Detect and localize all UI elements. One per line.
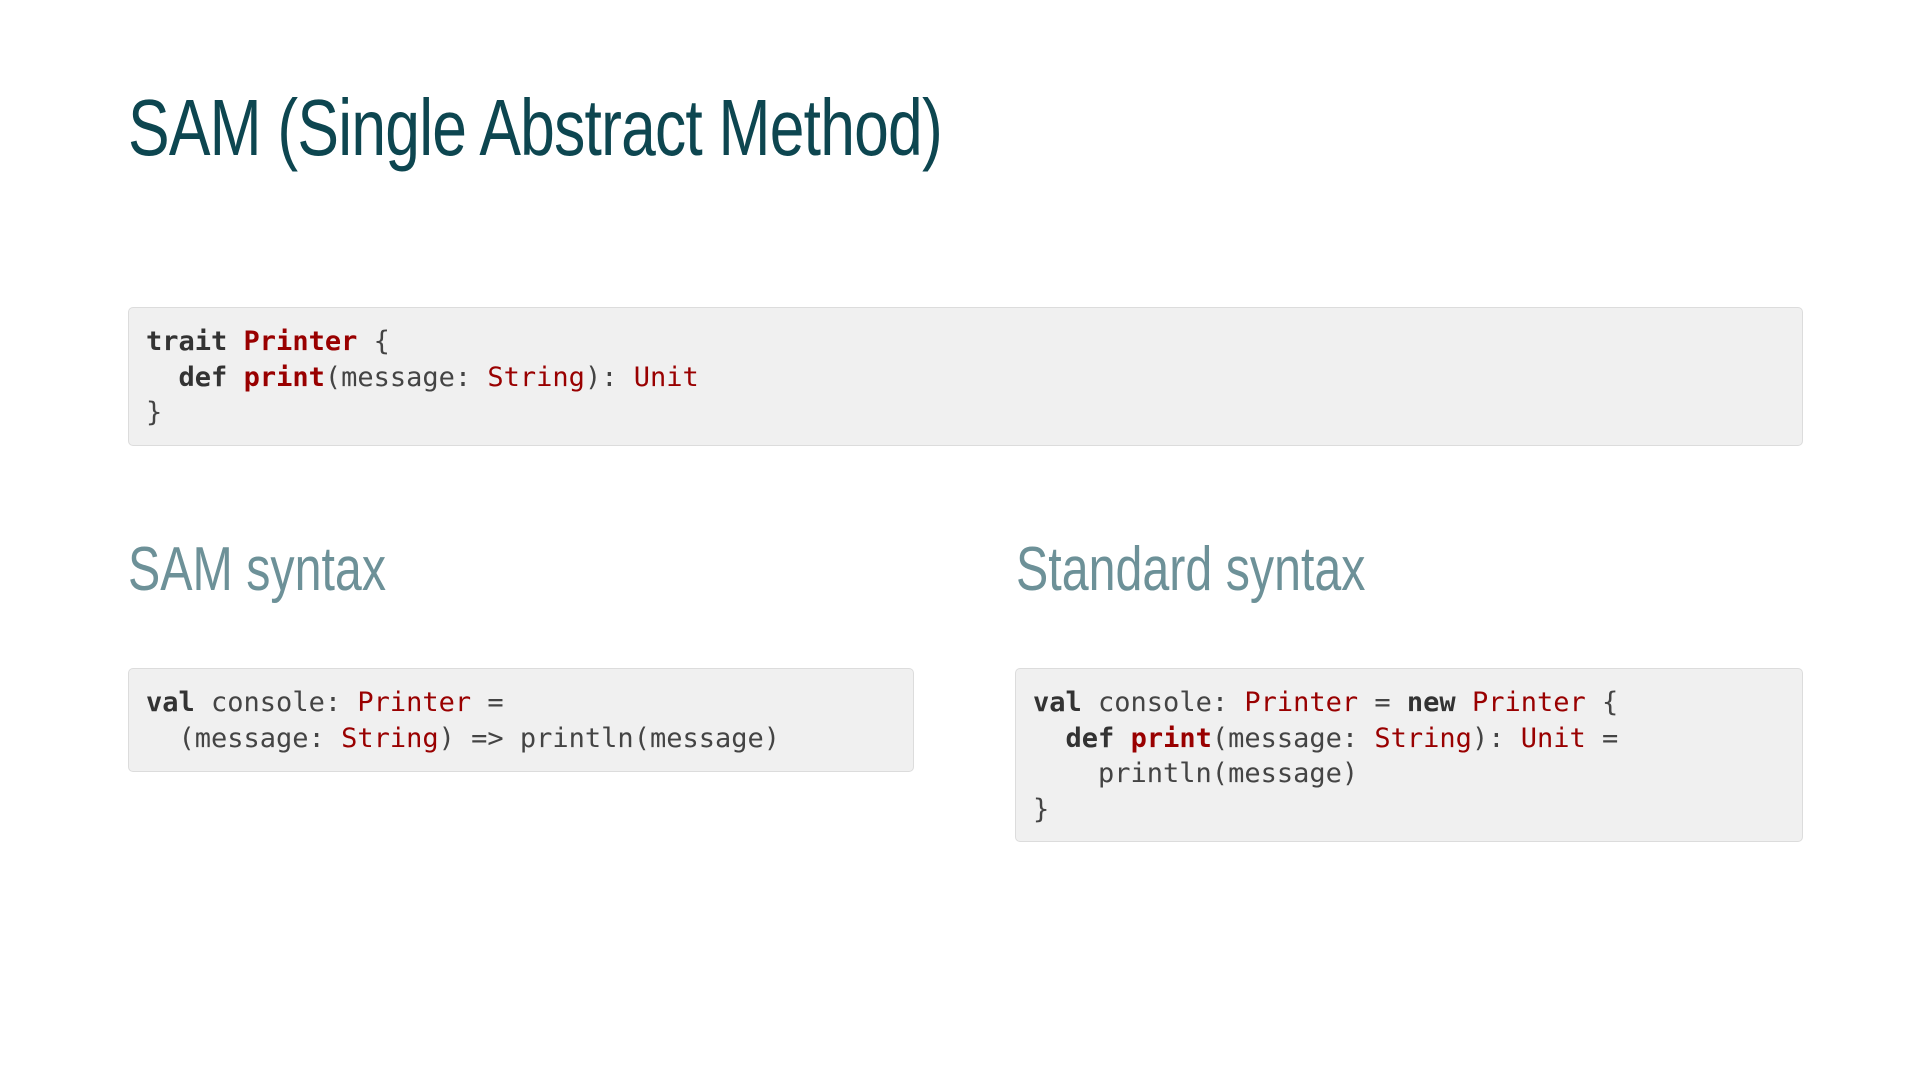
code-token: def <box>1065 722 1115 754</box>
slide-title: SAM (Single Abstract Method) <box>128 83 943 172</box>
code-token: { <box>1585 687 1619 718</box>
code-line: } <box>146 395 1785 431</box>
code-token: = <box>471 687 504 718</box>
code-token: new <box>1406 687 1456 718</box>
code-token: Printer <box>357 687 472 718</box>
code-token: Printer <box>1244 687 1359 718</box>
code-token: String <box>341 722 439 754</box>
slide: SAM (Single Abstract Method) trait Print… <box>0 0 1920 1080</box>
code-token: Unit <box>1520 722 1586 754</box>
code-line: trait Printer { <box>146 324 1785 360</box>
code-line: val console: Printer = new Printer { <box>1033 685 1785 721</box>
code-token: val <box>1033 687 1082 718</box>
code-token: print <box>243 361 325 393</box>
code-token: String <box>1374 722 1472 754</box>
code-token: (message: <box>324 361 488 393</box>
code-token: { <box>357 326 390 357</box>
code-line: def print(message: String): Unit = <box>1033 721 1785 757</box>
code-token: ): <box>1471 722 1521 754</box>
code-token: (message: <box>1211 722 1375 754</box>
code-line: (message: String) => println(message) <box>146 721 896 757</box>
sam-syntax-code-block: val console: Printer = (message: String)… <box>128 668 914 772</box>
code-line: val console: Printer = <box>146 685 896 721</box>
code-token: Unit <box>633 361 699 393</box>
code-token: def <box>178 361 228 393</box>
sam-syntax-heading: SAM syntax <box>128 535 387 604</box>
code-token: String <box>487 361 585 393</box>
code-token: console: <box>194 687 358 718</box>
code-token: print <box>1130 722 1212 754</box>
code-token: println(message) <box>1033 758 1359 789</box>
code-token: = <box>1585 722 1619 754</box>
code-token: (message: <box>146 722 342 754</box>
code-line: def print(message: String): Unit <box>146 360 1785 396</box>
standard-syntax-code-block: val console: Printer = new Printer { def… <box>1015 668 1803 842</box>
standard-syntax-heading: Standard syntax <box>1016 535 1366 604</box>
code-token: ): <box>584 361 634 393</box>
code-token: console: <box>1081 687 1245 718</box>
code-token: trait <box>146 326 228 357</box>
code-token: = <box>1358 687 1407 718</box>
code-token: Printer <box>1471 687 1586 718</box>
code-token: } <box>1033 793 1050 825</box>
code-token: Printer <box>243 326 358 357</box>
code-token: val <box>146 687 195 718</box>
code-line: } <box>1033 792 1785 828</box>
code-token: } <box>146 397 163 428</box>
code-line: println(message) <box>1033 756 1785 792</box>
trait-code-block: trait Printer { def print(message: Strin… <box>128 307 1803 446</box>
code-token: ) => println(message) <box>438 722 780 754</box>
